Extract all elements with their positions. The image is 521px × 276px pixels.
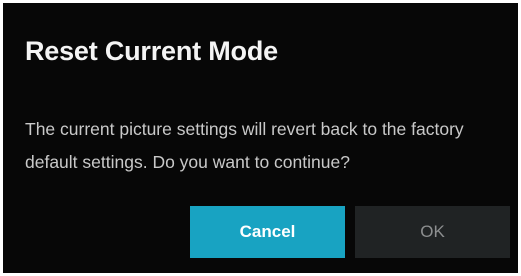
ok-button[interactable]: OK [355,206,510,258]
dialog-message: The current picture settings will revert… [25,119,464,172]
cancel-button[interactable]: Cancel [190,206,345,258]
dialog-title: Reset Current Mode [25,36,278,66]
reset-mode-dialog: Reset Current Mode The current picture s… [3,3,518,273]
